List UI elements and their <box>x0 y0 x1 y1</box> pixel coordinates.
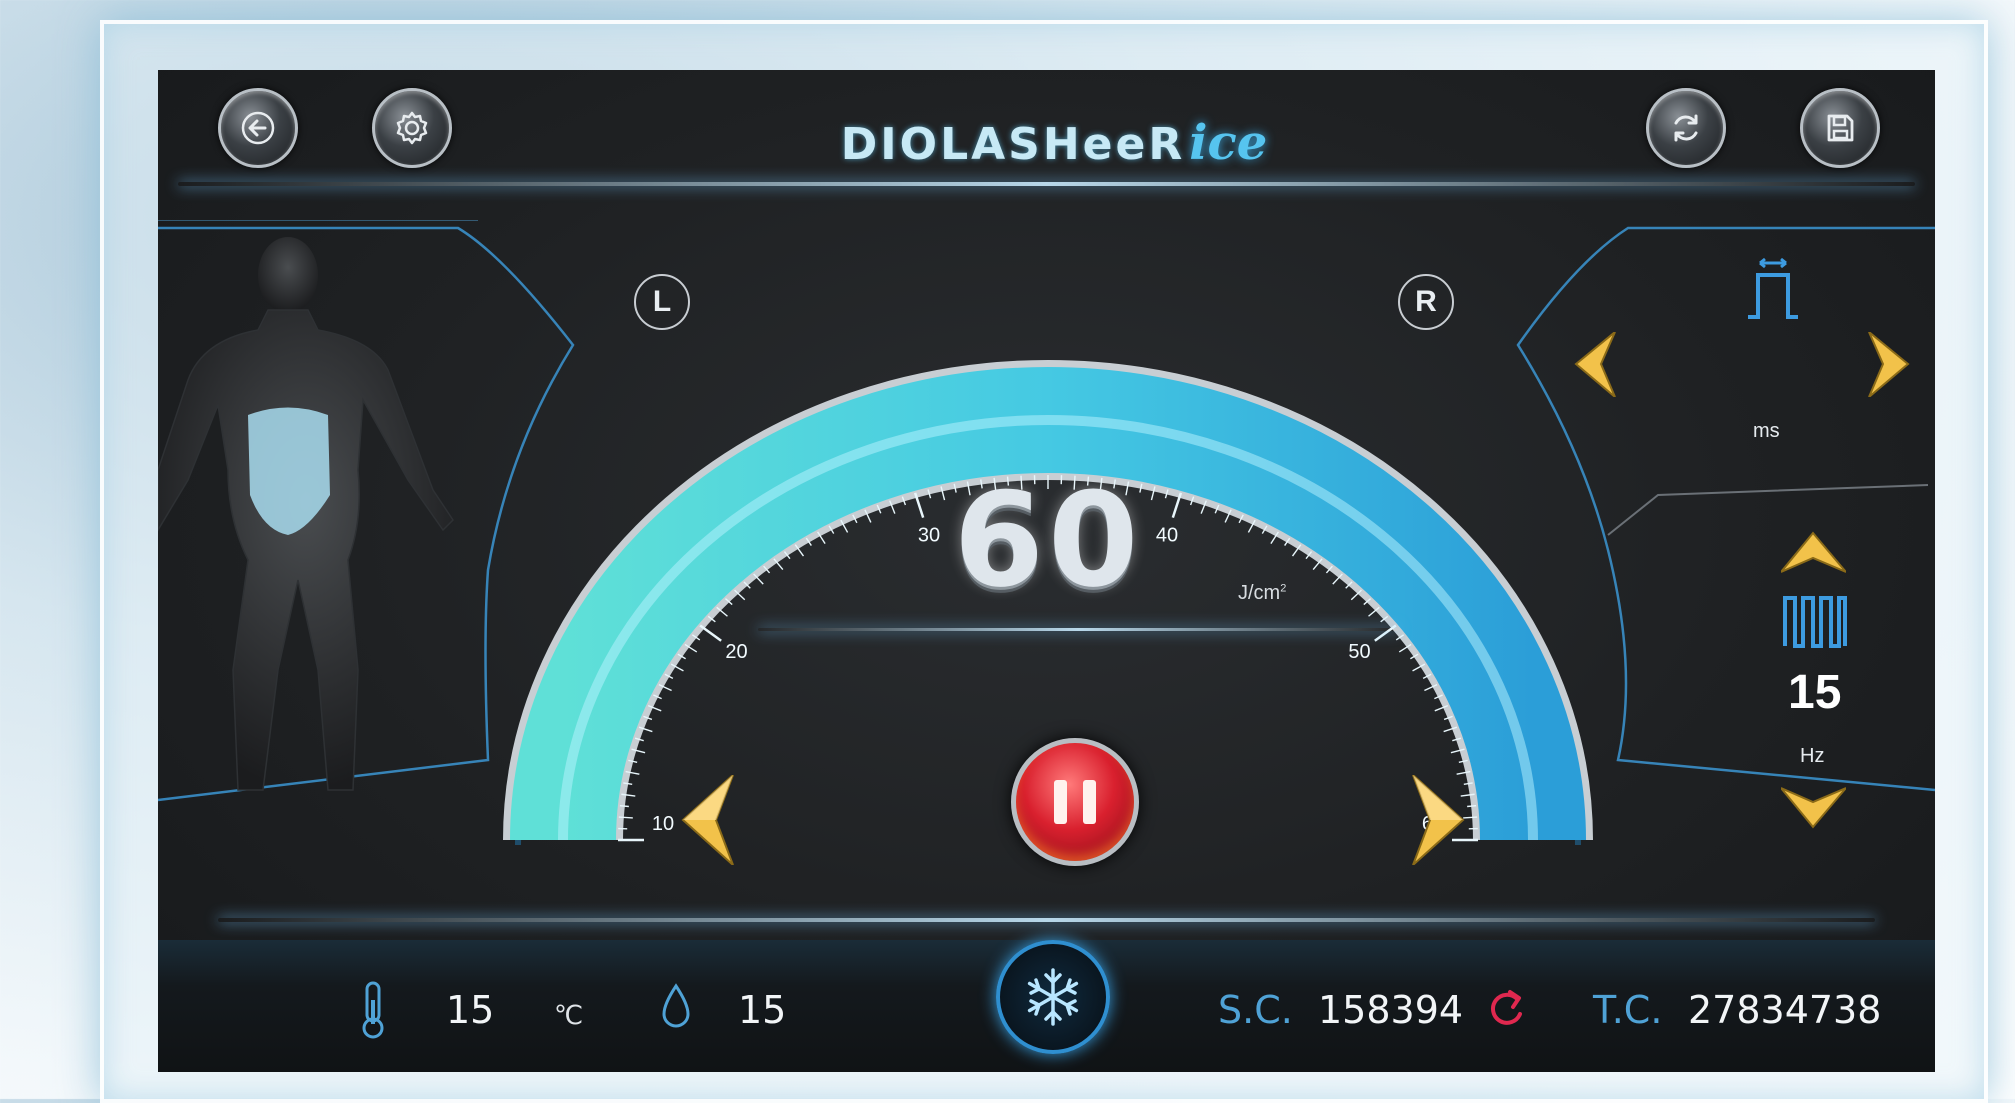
sc-label: S.C. <box>1218 988 1293 1032</box>
body-figure <box>158 230 458 810</box>
brand-logo: DIOLASHeeR ice <box>824 115 1284 185</box>
back-button[interactable] <box>218 88 298 168</box>
save-icon <box>1820 108 1860 148</box>
tc-label: T.C. <box>1593 988 1662 1032</box>
frequency-increase-button[interactable] <box>1781 530 1846 575</box>
decrease-fluence-button[interactable] <box>678 775 738 865</box>
settings-button[interactable] <box>372 88 452 168</box>
water-value: 15 <box>738 988 786 1032</box>
frequency-decrease-button[interactable] <box>1781 785 1846 830</box>
pulse-width-unit: ms <box>1753 420 1780 443</box>
temperature-value: 15 <box>446 988 494 1032</box>
increase-fluence-button[interactable] <box>1408 775 1468 865</box>
brand-suffix: ice <box>1189 115 1267 171</box>
reset-counter-icon[interactable] <box>1484 984 1528 1034</box>
frequency-value: 15 <box>1788 665 1841 720</box>
refresh-icon <box>1666 108 1706 148</box>
tc-value: 27834738 <box>1688 988 1881 1032</box>
right-panel-frame <box>1498 220 1935 820</box>
gauge-tick <box>700 625 721 640</box>
pulse-width-icon <box>1743 255 1803 325</box>
gauge-tick <box>620 806 629 807</box>
pulse-width-decrease-button[interactable] <box>1573 332 1618 397</box>
pause-icon <box>1054 780 1067 824</box>
save-button[interactable] <box>1800 88 1880 168</box>
pulse-train-icon <box>1783 590 1847 650</box>
temperature-unit: ℃ <box>554 1000 583 1031</box>
gear-icon <box>392 108 432 148</box>
header-divider <box>178 182 1915 186</box>
header: DIOLASHeeR ice <box>158 70 1935 210</box>
pause-button[interactable] <box>1011 738 1139 866</box>
gauge-tick <box>619 817 633 818</box>
sc-value: 158394 <box>1318 988 1463 1032</box>
value-underline <box>758 628 1398 631</box>
fluence-value: 60 <box>908 470 1188 610</box>
gauge-tick-label: 50 <box>1348 641 1370 663</box>
gauge-tick <box>1467 806 1476 807</box>
pause-icon-bar <box>1083 780 1096 824</box>
water-drop-icon <box>658 982 694 1032</box>
control-screen: DIOLASHeeR ice <box>158 70 1935 1072</box>
back-arrow-icon <box>238 108 278 148</box>
gauge-tick-label: 20 <box>725 641 747 663</box>
frequency-unit: Hz <box>1800 745 1824 768</box>
footer-divider <box>218 918 1875 922</box>
cooling-button[interactable] <box>996 940 1110 1054</box>
thermometer-icon <box>356 980 390 1040</box>
fluence-unit-exponent: 2 <box>1280 582 1286 594</box>
parameter-panel: ms 15 Hz <box>1498 220 1935 820</box>
snowflake-icon <box>1022 966 1084 1028</box>
brand-name: DIOLASHeeR <box>841 119 1185 170</box>
refresh-button[interactable] <box>1646 88 1726 168</box>
fluence-unit-text: J/cm <box>1238 582 1280 604</box>
fluence-unit: J/cm2 <box>1238 582 1286 605</box>
gauge-tick-label: 10 <box>652 813 674 835</box>
pulse-width-increase-button[interactable] <box>1866 332 1911 397</box>
